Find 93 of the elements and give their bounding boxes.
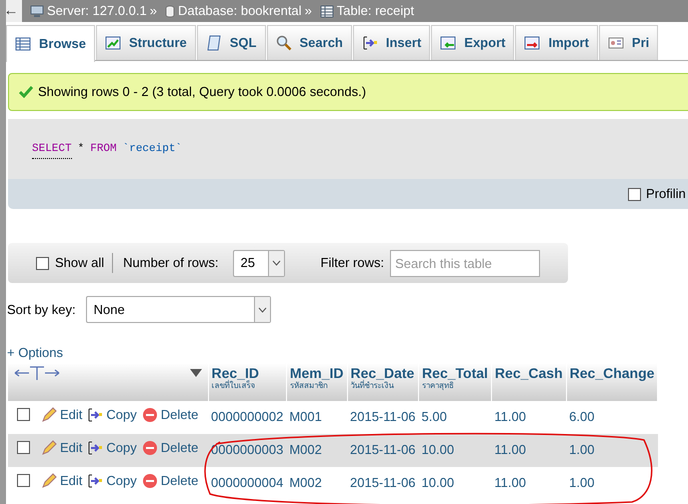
sort-dropdown[interactable]: None [86,296,271,323]
caret-icon[interactable] [254,297,270,322]
table-cell: 11.00 [491,466,566,500]
pencil-icon [41,440,57,456]
copy-link[interactable]: Copy [106,438,137,458]
delete-link[interactable]: Delete [160,438,198,458]
checkbox[interactable] [628,188,641,200]
filter-field[interactable]: Search this table [390,250,540,276]
breadcrumb-separator: » [150,2,157,20]
table-icon [320,4,334,18]
field-label: Sort by key: [7,300,76,319]
message-text: Showing rows 0 - 2 (3 total, Query took 0.0006 seconds.) [38,83,366,102]
row-checkbox[interactable] [17,441,30,454]
breadcrumb-link[interactable]: Database: bookrental [178,1,302,21]
dropdown-triangle-icon[interactable] [190,368,202,376]
edit-link[interactable]: Edit [60,405,82,425]
table-cell: M002 [286,434,347,466]
delete-link[interactable]: Delete [160,471,198,491]
field-label: Filter rows: [320,254,384,272]
delete-link[interactable]: Delete [160,405,198,425]
copy-link[interactable]: Copy [106,405,137,425]
table-cell: 1.00 [566,466,658,500]
rows-dropdown[interactable]: 25 [232,250,285,276]
copy-icon [87,473,104,490]
row-checkbox[interactable] [17,408,30,422]
checkbox-label: Show all [55,254,104,272]
delete-icon [142,440,158,456]
table-icon [15,36,31,52]
table-cell: 2015-11-06 [347,466,419,500]
table-cell: M001 [286,400,347,434]
breadcrumb-separator: » [304,2,312,20]
tab[interactable]: Import [515,25,598,60]
table-cell: 0000000003 [208,434,286,466]
table-cell: 2015-11-06 [347,434,419,466]
row-checkbox[interactable] [17,474,30,488]
tab[interactable]: Browse [6,25,95,62]
sql-token[interactable]: FROM [90,141,117,158]
table-cell: 11.00 [491,434,566,466]
search-icon [276,35,292,51]
table-cell: 11.00 [491,400,566,434]
tab[interactable]: Insert [352,25,430,60]
table-cell: 0000000002 [208,400,286,434]
export-icon [440,35,456,51]
delete-icon [142,407,158,424]
table-cell: 1.00 [566,434,658,466]
copy-icon [87,407,104,424]
table-cell: 2015-11-06 [347,400,419,434]
edit-link[interactable]: Edit [60,471,82,491]
column-comment: เลขที่ใบเสร็จ [212,381,256,391]
copy-link[interactable]: Copy [106,471,137,491]
tab[interactable]: Pri [598,25,658,60]
options-link[interactable]: + Options [7,343,688,362]
copy-icon [87,440,104,456]
field-label: Number of rows: [123,254,219,272]
pencil-icon [41,473,57,490]
table-cell: 5.00 [418,400,492,434]
monitor-icon [30,4,44,18]
table-cell: M002 [286,466,347,500]
pencil-icon [41,407,57,424]
table-cell: 10.00 [418,434,492,466]
sql-token[interactable]: SELECT [32,141,72,158]
insert-icon [362,35,378,51]
tab[interactable]: Export [431,25,514,60]
database-icon [164,4,175,18]
delete-icon [142,473,158,490]
column-header[interactable]: Rec_Total [422,364,488,382]
back-button[interactable]: ← [6,0,22,22]
tab[interactable]: Structure [96,25,196,60]
column-header[interactable]: Mem_ID [290,364,344,382]
scroll-icon [206,35,222,51]
caret-icon[interactable] [268,250,284,276]
column-comment: วันที่ชำระเงิน [350,381,395,391]
check-icon [19,86,33,98]
tab[interactable]: Search [266,25,352,60]
column-comment: ราคาสุทธิ [422,381,456,391]
sql-token: * [78,142,84,157]
column-header[interactable]: Rec_Date [350,364,416,382]
chart-icon [104,35,121,51]
import-icon [524,35,540,51]
table-cell: 6.00 [566,400,658,434]
table-cell: 0000000004 [208,466,286,500]
checkbox-label: Profilin [646,185,686,204]
table-cell: 10.00 [418,466,492,500]
breadcrumb-link[interactable]: Table: receipt [336,1,414,21]
column-comment: รหัสสมาชิก [290,381,329,391]
sql-token: `receipt` [122,142,182,157]
edit-link[interactable]: Edit [60,438,82,458]
column-header[interactable]: Rec_ID [212,364,283,382]
id-card-icon [608,35,624,51]
breadcrumb-link[interactable]: Server: 127.0.0.1 [47,1,147,21]
tab[interactable]: SQL [196,25,266,60]
column-resize-icon[interactable] [14,364,60,380]
checkbox[interactable] [36,256,49,270]
